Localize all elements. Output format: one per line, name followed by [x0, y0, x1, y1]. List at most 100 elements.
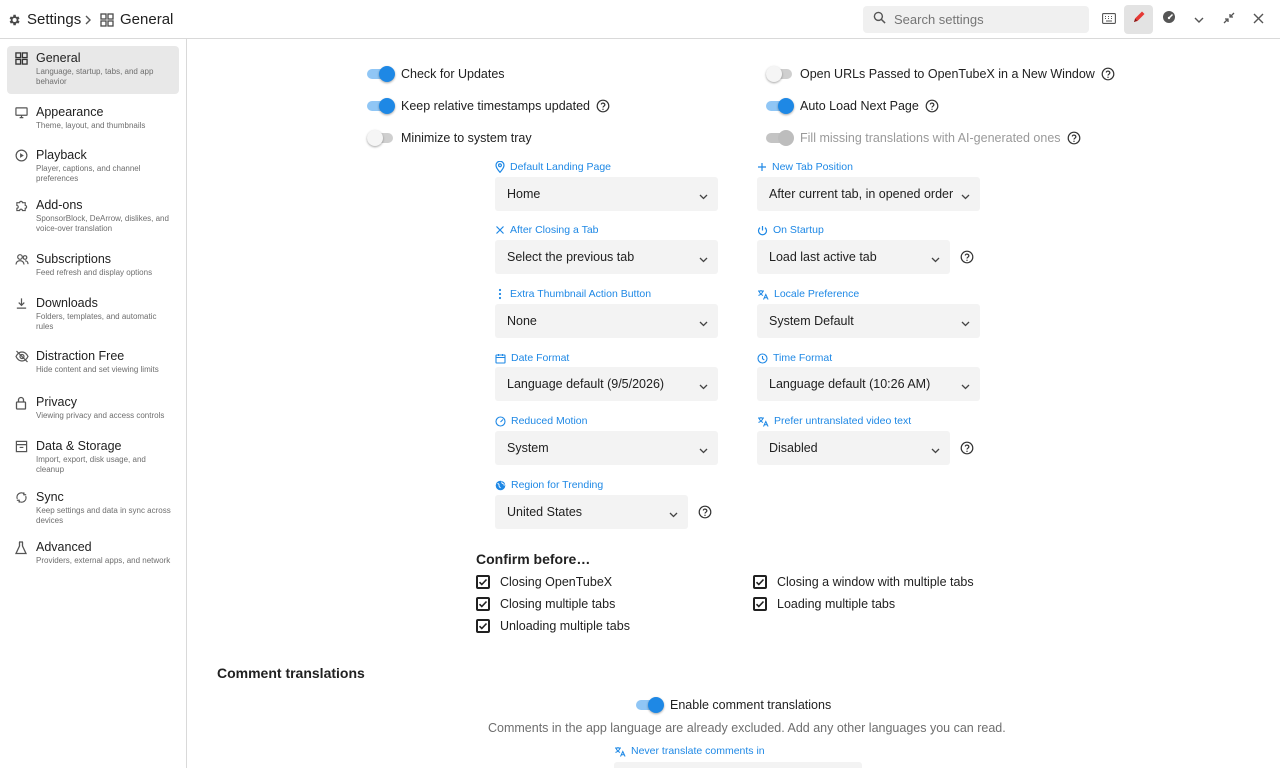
time-format-select[interactable]: Language default (10:26 AM)	[757, 367, 980, 401]
on-startup-label-text: On Startup	[773, 224, 824, 236]
open-urls-label: Open URLs Passed to OpenTubeX in a New W…	[800, 67, 1095, 81]
checkbox-checked[interactable]	[753, 575, 767, 589]
open-urls-toggle[interactable]	[766, 66, 794, 82]
confirm-unloading-multiple-row[interactable]: Unloading multiple tabs	[476, 617, 630, 635]
sidebar-item-data-storage[interactable]: Data & Storage Import, export, disk usag…	[7, 434, 179, 482]
search-box[interactable]	[863, 6, 1089, 33]
chevron-down-icon	[961, 316, 970, 330]
thumbnail-action-value: None	[507, 314, 537, 328]
date-format-select[interactable]: Language default (9/5/2026)	[495, 367, 718, 401]
sidebar-item-downloads[interactable]: Downloads Folders, templates, and automa…	[7, 291, 179, 339]
search-input[interactable]	[894, 12, 1074, 27]
checkbox-checked[interactable]	[476, 575, 490, 589]
sidebar-item-title: Subscriptions	[36, 252, 112, 266]
time-format-label: Time Format	[757, 351, 832, 365]
locale-select[interactable]: System Default	[757, 304, 980, 338]
sidebar-item-addons[interactable]: Add-ons SponsorBlock, DeArrow, dislikes,…	[7, 193, 179, 241]
help-icon[interactable]	[960, 441, 974, 455]
region-trending-label-text: Region for Trending	[511, 479, 604, 491]
help-icon[interactable]	[925, 99, 939, 113]
gear-icon	[7, 13, 21, 27]
landing-page-select[interactable]: Home	[495, 177, 718, 211]
sidebar-item-desc: SponsorBlock, DeArrow, dislikes, and voi…	[36, 214, 169, 233]
chevron-down-icon	[699, 252, 708, 266]
confirm-closing-app-row[interactable]: Closing OpenTubeX	[476, 573, 612, 591]
flask-icon	[14, 541, 29, 555]
region-trending-select[interactable]: United States	[495, 495, 688, 529]
dropdown-button[interactable]	[1184, 5, 1213, 34]
enable-comment-translations-row: Enable comment translations	[636, 695, 831, 715]
translate-icon	[615, 746, 626, 757]
sidebar-item-title: Sync	[36, 490, 64, 504]
help-icon[interactable]	[1067, 131, 1081, 145]
location-pin-icon	[495, 161, 505, 173]
speed-button[interactable]	[1154, 5, 1183, 34]
open-urls-row: Open URLs Passed to OpenTubeX in a New W…	[766, 64, 1115, 84]
thumbnail-action-select[interactable]: None	[495, 304, 718, 338]
sync-icon	[15, 491, 29, 505]
auto-load-toggle[interactable]	[766, 98, 794, 114]
help-icon[interactable]	[960, 250, 974, 264]
date-format-label: Date Format	[495, 351, 569, 365]
close-button[interactable]	[1244, 5, 1273, 34]
never-translate-select[interactable]	[614, 762, 862, 768]
relative-timestamps-row: Keep relative timestamps updated	[367, 96, 610, 116]
help-icon[interactable]	[698, 505, 712, 519]
sidebar-item-sync[interactable]: Sync Keep settings and data in sync acro…	[7, 485, 179, 533]
confirm-closing-multiple-row[interactable]: Closing multiple tabs	[476, 595, 615, 613]
breadcrumb-root[interactable]: Settings	[27, 11, 81, 28]
checkbox-checked[interactable]	[753, 597, 767, 611]
speedometer-icon	[495, 415, 506, 427]
check-updates-toggle[interactable]	[367, 66, 395, 82]
relative-timestamps-toggle[interactable]	[367, 98, 395, 114]
checkbox-checked[interactable]	[476, 597, 490, 611]
comment-translations-note: Comments in the app language are already…	[488, 721, 1006, 735]
enable-comment-translations-toggle[interactable]	[636, 697, 664, 713]
confirm-closing-window-label: Closing a window with multiple tabs	[777, 575, 974, 589]
landing-page-label: Default Landing Page	[495, 160, 611, 174]
sidebar-item-subscriptions[interactable]: Subscriptions Feed refresh and display o…	[7, 247, 179, 287]
clock-icon	[757, 352, 768, 364]
keyboard-button[interactable]	[1094, 5, 1123, 34]
enable-comment-translations-label: Enable comment translations	[670, 698, 832, 712]
pen-button[interactable]	[1124, 5, 1153, 34]
new-tab-position-select[interactable]: After current tab, in opened order	[757, 177, 980, 211]
confirm-section-title: Confirm before…	[476, 551, 591, 567]
chevron-down-icon	[931, 443, 940, 457]
sidebar-item-title: Advanced	[36, 540, 92, 554]
help-icon[interactable]	[596, 99, 610, 113]
fill-translations-toggle[interactable]	[766, 130, 794, 146]
sidebar-item-advanced[interactable]: Advanced Providers, external apps, and n…	[7, 535, 179, 583]
thumbnail-action-label-text: Extra Thumbnail Action Button	[510, 288, 652, 300]
time-format-label-text: Time Format	[773, 352, 833, 364]
sidebar-item-title: Appearance	[36, 105, 104, 119]
chevron-down-icon	[669, 507, 678, 521]
help-icon[interactable]	[1101, 67, 1115, 81]
after-closing-select[interactable]: Select the previous tab	[495, 240, 718, 274]
power-icon	[757, 225, 768, 235]
sidebar-item-title: Privacy	[36, 395, 77, 409]
sidebar-item-playback[interactable]: Playback Player, captions, and channel p…	[7, 143, 179, 191]
breadcrumb-settings[interactable]: Settings	[7, 0, 81, 39]
on-startup-select[interactable]: Load last active tab	[757, 240, 950, 274]
sidebar-item-title: General	[36, 51, 81, 65]
sidebar-item-distraction-free[interactable]: Distraction Free Hide content and set vi…	[7, 344, 179, 384]
lock-icon	[15, 396, 29, 410]
confirm-closing-window-row[interactable]: Closing a window with multiple tabs	[753, 573, 974, 591]
region-trending-value: United States	[507, 505, 583, 519]
restore-button[interactable]	[1214, 5, 1243, 34]
checkbox-checked[interactable]	[476, 619, 490, 633]
minimize-tray-toggle[interactable]	[367, 130, 395, 146]
more-vertical-icon	[498, 288, 502, 300]
sidebar-item-desc: Theme, layout, and thumbnails	[36, 121, 146, 130]
locale-label: Locale Preference	[757, 287, 859, 301]
sidebar-item-privacy[interactable]: Privacy Viewing privacy and access contr…	[7, 390, 179, 430]
sidebar-item-appearance[interactable]: Appearance Theme, layout, and thumbnails	[7, 100, 179, 140]
confirm-loading-multiple-label: Loading multiple tabs	[777, 597, 896, 611]
sidebar-item-general[interactable]: General Language, startup, tabs, and app…	[7, 46, 179, 94]
landing-page-value: Home	[507, 187, 541, 201]
reduced-motion-select[interactable]: System	[495, 431, 718, 465]
untranslated-text-select[interactable]: Disabled	[757, 431, 950, 465]
confirm-loading-multiple-row[interactable]: Loading multiple tabs	[753, 595, 895, 613]
fill-translations-label: Fill missing translations with AI-genera…	[800, 131, 1061, 145]
